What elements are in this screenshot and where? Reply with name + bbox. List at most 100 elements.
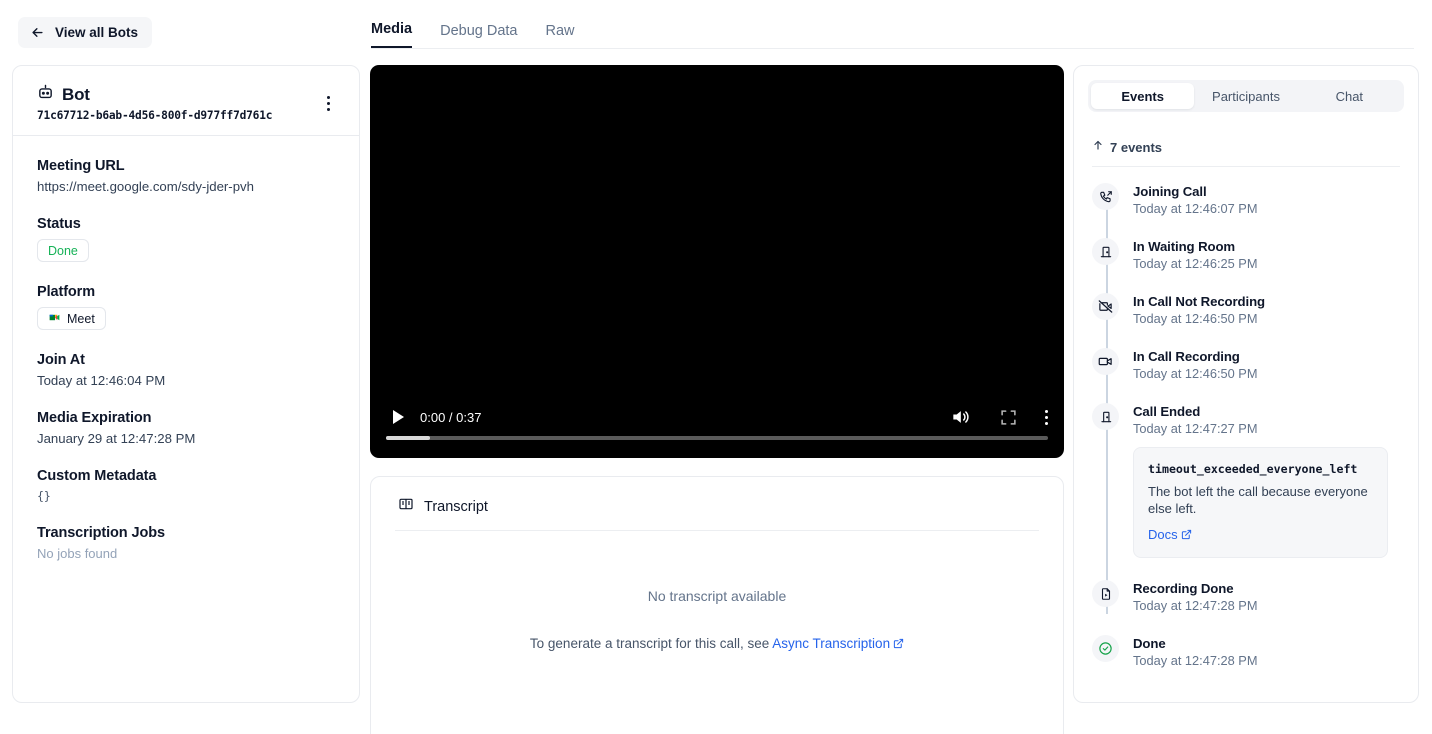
bot-card-header: Bot 71c67712-b6ab-4d56-800f-d977ff7d761c: [13, 66, 359, 136]
event-title: Done: [1133, 636, 1166, 651]
event-time: Today at 12:47:28 PM: [1133, 598, 1258, 613]
kebab-menu-icon[interactable]: [317, 92, 339, 114]
event-time: Today at 12:46:50 PM: [1133, 366, 1258, 381]
arrow-up-icon: [1092, 138, 1104, 156]
volume-high-icon[interactable]: [949, 406, 971, 428]
field-label: Platform: [37, 284, 96, 300]
field-label: Transcription Jobs: [37, 525, 165, 541]
field-label: Custom Metadata: [37, 468, 157, 484]
door-exit-icon: [1092, 403, 1119, 430]
event-docs-link[interactable]: Docs: [1148, 527, 1192, 543]
status-badge-label: Done: [48, 243, 78, 258]
external-link-icon: [1181, 528, 1192, 543]
video-time-display: 0:00 / 0:37: [420, 409, 482, 425]
events-count-label: 7 events: [1110, 139, 1163, 155]
events-timeline: Joining Call Today at 12:46:07 PM In Wai…: [1074, 167, 1418, 668]
platform-badge: Meet: [37, 307, 106, 330]
field-label: Meeting URL: [37, 158, 125, 174]
event-item: In Call Not Recording Today at 12:46:50 …: [1092, 293, 1404, 326]
transcript-hint-prefix: To generate a transcript for this call, …: [529, 636, 773, 651]
field-value: January 29 at 12:47:28 PM: [37, 431, 196, 446]
book-open-icon: [398, 496, 414, 517]
bot-fields-list: Meeting URL https://meet.google.com/sdy-…: [13, 136, 359, 561]
event-item: Recording Done Today at 12:47:28 PM: [1092, 580, 1404, 613]
tab-chat[interactable]: Chat: [1298, 83, 1401, 109]
bot-id: 71c67712-b6ab-4d56-800f-d977ff7d761c: [37, 109, 273, 122]
field-status: Status Done: [37, 216, 335, 262]
field-value: https://meet.google.com/sdy-jder-pvh: [37, 179, 254, 194]
event-title: In Call Not Recording: [1133, 294, 1265, 309]
field-value: No jobs found: [37, 546, 118, 561]
event-title: In Waiting Room: [1133, 239, 1236, 254]
external-link-icon: [893, 637, 904, 652]
event-time: Today at 12:47:28 PM: [1133, 653, 1258, 668]
bot-details-card: Bot 71c67712-b6ab-4d56-800f-d977ff7d761c…: [12, 65, 360, 703]
event-docs-link-label: Docs: [1148, 527, 1178, 542]
video-more-options-icon[interactable]: [1045, 409, 1048, 425]
robot-icon: [37, 84, 54, 106]
video-controls: 0:00 / 0:37: [370, 392, 1064, 458]
file-play-icon: [1092, 580, 1119, 607]
event-detail-description: The bot left the call because everyone e…: [1148, 484, 1368, 516]
transcript-card: Transcript No transcript available To ge…: [370, 476, 1064, 734]
door-icon: [1092, 238, 1119, 265]
field-meeting-url: Meeting URL https://meet.google.com/sdy-…: [37, 158, 335, 194]
bot-title: Bot: [62, 85, 90, 104]
event-item: In Call Recording Today at 12:46:50 PM: [1092, 348, 1404, 381]
view-all-bots-button[interactable]: View all Bots: [18, 17, 153, 48]
video-progress-bar[interactable]: [386, 436, 1048, 440]
app-root: View all Bots Media Debug Data Raw Bot 7…: [0, 0, 1432, 734]
activity-tabs: Events Participants Chat: [1088, 80, 1404, 112]
event-detail-code: timeout_exceeded_everyone_left: [1148, 462, 1358, 476]
transcript-empty-message: No transcript available: [647, 588, 787, 604]
transcript-header: Transcript: [371, 477, 1063, 517]
arrow-left-icon: [30, 25, 45, 40]
event-item: Call Ended Today at 12:47:27 PM timeout_…: [1092, 403, 1404, 558]
field-value: {}: [37, 489, 51, 503]
event-time: Today at 12:47:27 PM: [1133, 421, 1258, 436]
video-off-icon: [1092, 293, 1119, 320]
event-title: Call Ended: [1133, 404, 1201, 419]
google-meet-icon: [48, 311, 61, 327]
field-value: Today at 12:46:04 PM: [37, 373, 166, 388]
async-transcription-link[interactable]: Async Transcription: [772, 636, 890, 651]
event-title: Joining Call: [1133, 184, 1207, 199]
event-title: Recording Done: [1133, 581, 1234, 596]
status-badge: Done: [37, 239, 89, 262]
tab-events[interactable]: Events: [1091, 83, 1195, 109]
field-custom-metadata: Custom Metadata {}: [37, 468, 335, 503]
event-time: Today at 12:46:07 PM: [1133, 201, 1258, 216]
field-media-expiration: Media Expiration January 29 at 12:47:28 …: [37, 410, 335, 446]
field-transcription-jobs: Transcription Jobs No jobs found: [37, 525, 335, 561]
field-platform: Platform Meet: [37, 284, 335, 330]
view-all-bots-label: View all Bots: [55, 25, 139, 40]
transcript-title: Transcript: [424, 498, 488, 515]
media-column: 0:00 / 0:37 Transcript No transcript ava…: [370, 65, 1064, 734]
event-detail-box: timeout_exceeded_everyone_left The bot l…: [1133, 447, 1388, 558]
event-item: In Waiting Room Today at 12:46:25 PM: [1092, 238, 1404, 271]
events-count-header[interactable]: 7 events: [1074, 112, 1418, 156]
field-label: Media Expiration: [37, 410, 152, 426]
fullscreen-icon[interactable]: [997, 406, 1019, 428]
video-player[interactable]: 0:00 / 0:37: [370, 65, 1064, 458]
event-time: Today at 12:46:25 PM: [1133, 256, 1258, 271]
field-label: Join At: [37, 352, 85, 368]
activity-panel: Events Participants Chat 7 events Joinin…: [1073, 65, 1419, 703]
event-time: Today at 12:46:50 PM: [1133, 311, 1258, 326]
play-icon[interactable]: [386, 405, 410, 429]
top-bar: View all Bots Media Debug Data Raw: [0, 0, 1432, 52]
tab-media[interactable]: Media: [371, 21, 413, 48]
tabs-divider: [371, 47, 1414, 49]
event-title: In Call Recording: [1133, 349, 1240, 364]
tab-participants[interactable]: Participants: [1194, 83, 1297, 109]
event-item: Done Today at 12:47:28 PM: [1092, 635, 1404, 668]
tab-debug-data[interactable]: Debug Data: [440, 23, 517, 48]
tab-raw[interactable]: Raw: [545, 23, 574, 48]
event-item: Joining Call Today at 12:46:07 PM: [1092, 183, 1404, 216]
main-tabs: Media Debug Data Raw: [371, 14, 575, 48]
check-circle-icon: [1092, 635, 1119, 662]
transcript-hint: To generate a transcript for this call, …: [371, 636, 1063, 652]
platform-badge-label: Meet: [67, 311, 95, 326]
transcript-body: No transcript available To generate a tr…: [371, 531, 1063, 652]
field-join-at: Join At Today at 12:46:04 PM: [37, 352, 335, 388]
